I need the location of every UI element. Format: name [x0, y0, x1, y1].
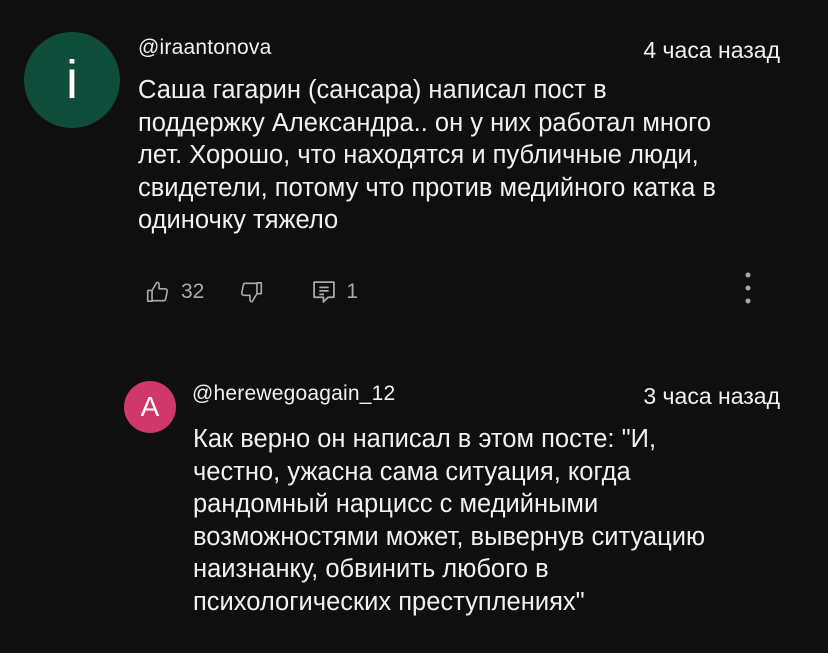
reply-count: 1 — [346, 280, 359, 303]
comment-icon — [310, 278, 338, 306]
comment-text: Саша гагарин (сансара) написал пост в по… — [138, 76, 716, 234]
reply-timestamp[interactable]: 3 часа назад — [643, 383, 780, 410]
like-count: 32 — [181, 280, 205, 303]
reply-button[interactable]: 1 — [310, 278, 358, 306]
more-options-button[interactable] — [736, 270, 760, 310]
reply-author[interactable]: @herewegoagain_12 — [192, 382, 395, 406]
reply-avatar[interactable]: A — [124, 381, 176, 433]
comment-timestamp[interactable]: 4 часа назад — [643, 37, 780, 64]
comment-author[interactable]: @iraantonova — [138, 36, 271, 60]
more-vertical-icon — [744, 270, 752, 311]
avatar-letter: A — [140, 391, 160, 422]
like-button[interactable]: 32 — [145, 279, 204, 305]
thumbs-down-icon — [238, 279, 264, 305]
avatar-letter: i — [66, 50, 78, 110]
comment-actions: 32 1 — [145, 272, 358, 312]
thumbs-up-icon — [145, 279, 171, 305]
comment-avatar[interactable]: i — [24, 32, 120, 128]
dislike-button[interactable] — [238, 279, 264, 305]
reply-text: Как верно он написал в этом посте: "И, ч… — [193, 425, 706, 616]
